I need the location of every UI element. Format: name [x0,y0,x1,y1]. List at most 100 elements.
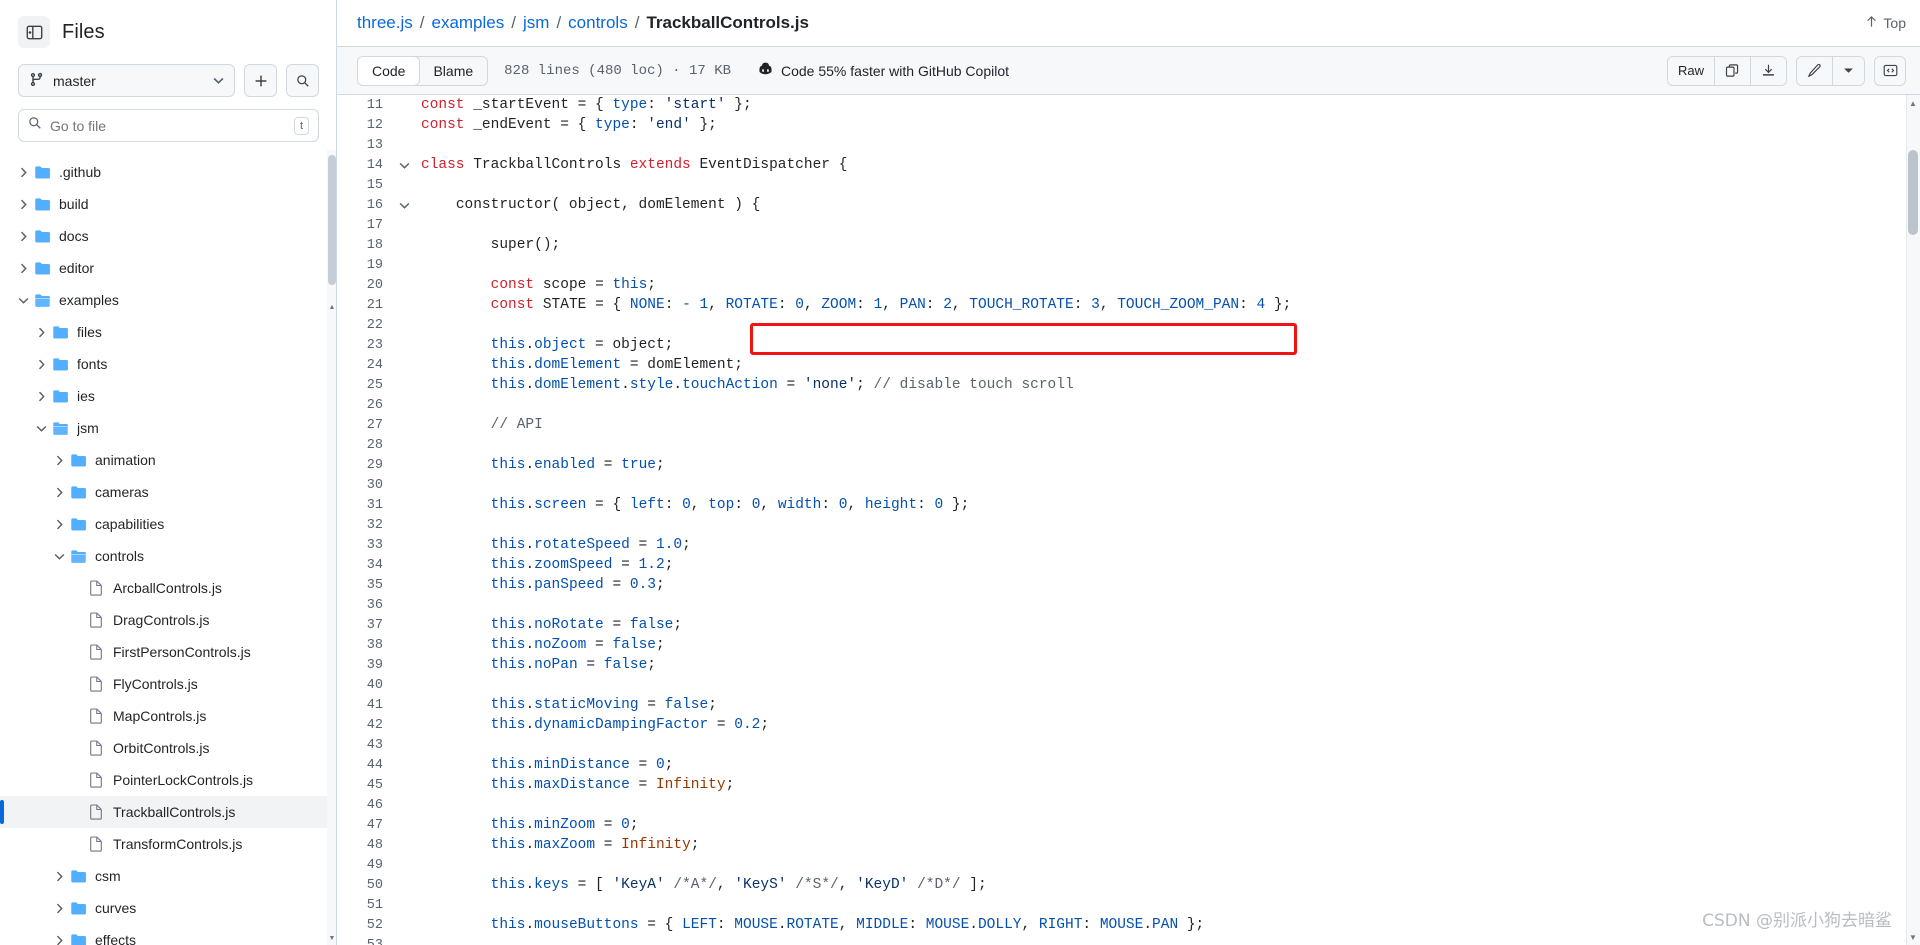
line-number[interactable]: 48 [337,838,393,853]
chevron-right-icon[interactable] [50,935,68,945]
code-scrollbar[interactable]: ▲ ▼ [1906,95,1920,945]
breadcrumb-link[interactable]: examples [431,13,504,33]
tree-file-firstpersoncontrols-js[interactable]: FirstPersonControls.js [0,636,337,668]
chevron-right-icon[interactable] [50,871,68,882]
chevron-down-icon[interactable] [14,295,32,306]
line-number[interactable]: 13 [337,138,393,153]
line-number[interactable]: 42 [337,718,393,733]
line-number[interactable]: 20 [337,278,393,293]
line-number[interactable]: 52 [337,918,393,933]
chevron-right-icon[interactable] [32,359,50,370]
line-number[interactable]: 50 [337,878,393,893]
chevron-down-icon[interactable] [32,423,50,434]
tree-folder-files[interactable]: files [0,316,337,348]
line-number[interactable]: 39 [337,658,393,673]
tree-folder-jsm[interactable]: jsm [0,412,337,444]
pencil-icon[interactable] [1797,56,1833,85]
tab-code[interactable]: Code [358,56,421,85]
line-number[interactable]: 16 [337,198,393,213]
line-number[interactable]: 11 [337,98,393,113]
line-number[interactable]: 15 [337,178,393,193]
line-number[interactable]: 21 [337,298,393,313]
line-number[interactable]: 27 [337,418,393,433]
raw-button[interactable]: Raw [1667,56,1715,85]
sidebar-collapse-icon[interactable] [18,16,50,48]
edit-dropdown-caret-icon[interactable] [1833,56,1864,85]
tree-folder-controls[interactable]: controls [0,540,337,572]
tree-folder-cameras[interactable]: cameras [0,476,337,508]
add-file-button[interactable] [244,64,277,97]
line-number[interactable]: 45 [337,778,393,793]
tree-folder-ies[interactable]: ies [0,380,337,412]
download-icon[interactable] [1751,56,1786,85]
symbols-panel-button[interactable] [1874,55,1906,86]
line-number[interactable]: 26 [337,398,393,413]
tree-folder-effects[interactable]: effects [0,924,337,945]
tree-folder-capabilities[interactable]: capabilities [0,508,337,540]
line-number[interactable]: 32 [337,518,393,533]
line-number[interactable]: 49 [337,858,393,873]
chevron-right-icon[interactable] [32,391,50,402]
line-number[interactable]: 43 [337,738,393,753]
code-fold-chevron-icon[interactable] [393,160,415,171]
tree-file-flycontrols-js[interactable]: FlyControls.js [0,668,337,700]
line-number[interactable]: 36 [337,598,393,613]
code-scroll-thumb[interactable] [1908,150,1918,235]
code-scroll-up-arrow[interactable]: ▲ [1906,95,1920,111]
tree-folder-build[interactable]: build [0,188,337,220]
tab-blame[interactable]: Blame [419,57,487,85]
line-number[interactable]: 22 [337,318,393,333]
tree-folder-fonts[interactable]: fonts [0,348,337,380]
chevron-right-icon[interactable] [32,327,50,338]
chevron-right-icon[interactable] [50,519,68,530]
chevron-right-icon[interactable] [14,231,32,242]
tree-folder-editor[interactable]: editor [0,252,337,284]
copy-icon[interactable] [1715,56,1751,85]
sidebar-scroll-thumb[interactable] [328,155,336,285]
line-number[interactable]: 40 [337,678,393,693]
line-number[interactable]: 23 [337,338,393,353]
tree-file-orbitcontrols-js[interactable]: OrbitControls.js [0,732,337,764]
tree-folder-curves[interactable]: curves [0,892,337,924]
code-scroll-down-arrow[interactable]: ▼ [1906,929,1920,945]
line-number[interactable]: 35 [337,578,393,593]
tree-folder-csm[interactable]: csm [0,860,337,892]
chevron-down-icon[interactable] [50,551,68,562]
chevron-right-icon[interactable] [50,903,68,914]
code-viewer[interactable]: 11 const _startEvent = { type: 'start' };… [337,95,1920,945]
line-number[interactable]: 33 [337,538,393,553]
line-number[interactable]: 53 [337,938,393,945]
tree-folder-docs[interactable]: docs [0,220,337,252]
tree-folder-examples[interactable]: examples [0,284,337,316]
line-number[interactable]: 18 [337,238,393,253]
breadcrumb-link[interactable]: jsm [523,13,549,33]
chevron-right-icon[interactable] [14,167,32,178]
line-number[interactable]: 12 [337,118,393,133]
go-to-file-box[interactable]: t [18,109,319,142]
tree-file-trackballcontrols-js[interactable]: TrackballControls.js [0,796,337,828]
chevron-right-icon[interactable] [14,263,32,274]
tree-file-pointerlockcontrols-js[interactable]: PointerLockControls.js [0,764,337,796]
line-number[interactable]: 28 [337,438,393,453]
tree-file-transformcontrols-js[interactable]: TransformControls.js [0,828,337,860]
line-number[interactable]: 41 [337,698,393,713]
tree-file-dragcontrols-js[interactable]: DragControls.js [0,604,337,636]
line-number[interactable]: 24 [337,358,393,373]
breadcrumb-link[interactable]: three.js [357,13,413,33]
tree-file-arcballcontrols-js[interactable]: ArcballControls.js [0,572,337,604]
search-files-button[interactable] [286,64,319,97]
branch-selector[interactable]: master [18,64,235,97]
line-number[interactable]: 38 [337,638,393,653]
line-number[interactable]: 34 [337,558,393,573]
line-number[interactable]: 46 [337,798,393,813]
line-number[interactable]: 44 [337,758,393,773]
line-number[interactable]: 47 [337,818,393,833]
line-number[interactable]: 14 [337,158,393,173]
line-number[interactable]: 30 [337,478,393,493]
copilot-promo[interactable]: Code 55% faster with GitHub Copilot [757,61,1009,81]
scroll-to-top-link[interactable]: Top [1865,15,1906,31]
line-number[interactable]: 25 [337,378,393,393]
chevron-right-icon[interactable] [50,455,68,466]
tree-file-mapcontrols-js[interactable]: MapControls.js [0,700,337,732]
line-number[interactable]: 19 [337,258,393,273]
